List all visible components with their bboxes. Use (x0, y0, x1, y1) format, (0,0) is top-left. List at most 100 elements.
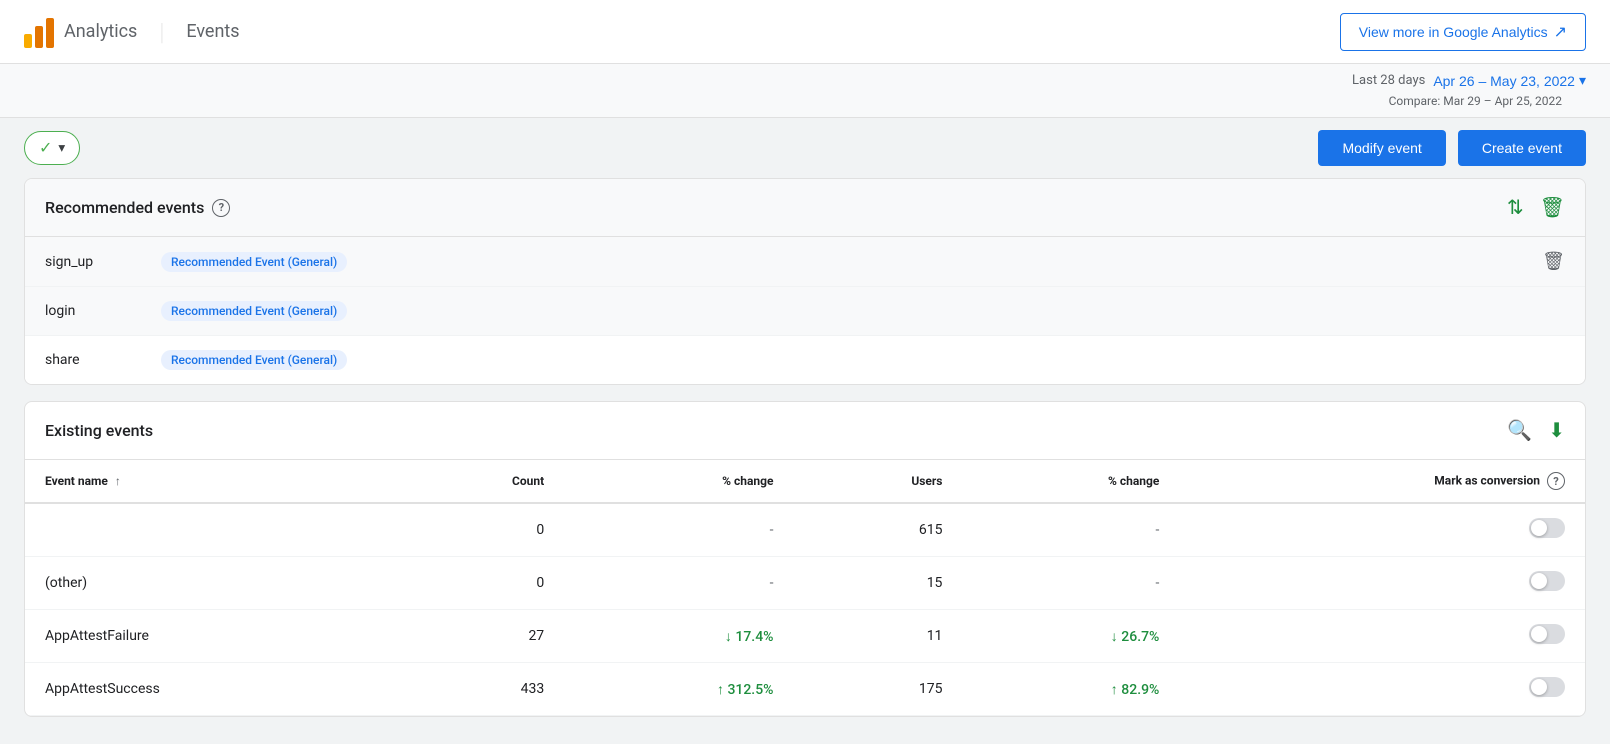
date-range-text: Apr 26 – May 23, 2022 (1433, 73, 1575, 89)
arrow-up-icon: ↑ (717, 682, 727, 698)
existing-section-title: Existing events (45, 421, 153, 440)
events-table: Event name ↑ Count % change Users % chan… (25, 460, 1585, 716)
users-change-cell: ↓ 26.7% (962, 610, 1179, 663)
page-subtitle: Events (186, 21, 239, 42)
users-change-cell: ↑ 82.9% (962, 663, 1179, 716)
arrow-down-icon: ↓ (725, 629, 735, 645)
event-row-signup: sign_up Recommended Event (General) 🗑 (25, 237, 1585, 287)
sort-expand-icon: ⇅ (1507, 195, 1524, 220)
event-name-share: share (45, 352, 145, 368)
logo-bar-2 (35, 26, 43, 48)
event-name-cell: AppAttestFailure (25, 610, 393, 663)
date-range-chevron: ▾ (1579, 72, 1586, 89)
date-range-button[interactable]: Apr 26 – May 23, 2022 ▾ (1433, 72, 1586, 89)
analytics-logo (24, 16, 54, 48)
delete-icon: 🗑 (1540, 195, 1565, 220)
count-cell: 0 (393, 503, 564, 557)
events-table-body: 0 - 615 - (other) 0 (25, 503, 1585, 716)
change-value: 17.4% (735, 629, 773, 645)
delete-section-button[interactable]: 🗑 (1540, 195, 1565, 220)
table-header-row: Event name ↑ Count % change Users % chan… (25, 460, 1585, 503)
users-cell: 15 (793, 557, 962, 610)
delete-signup-icon[interactable]: 🗑 (1542, 251, 1565, 272)
mark-conversion-label: Mark as conversion (1434, 474, 1540, 488)
event-tag-login[interactable]: Recommended Event (General) (161, 301, 347, 321)
count-cell: 0 (393, 557, 564, 610)
event-tag-signup[interactable]: Recommended Event (General) (161, 252, 347, 272)
create-event-button[interactable]: Create event (1458, 130, 1586, 166)
count-change-cell: ↓ 17.4% (564, 610, 793, 663)
logo-bar-1 (24, 34, 32, 48)
sort-expand-button[interactable]: ⇅ (1507, 195, 1524, 220)
conversion-help-icon[interactable]: ? (1547, 472, 1565, 490)
users-cell: 615 (793, 503, 962, 557)
count-change-cell: ↑ 312.5% (564, 663, 793, 716)
col-event-name[interactable]: Event name ↑ (25, 460, 393, 503)
users-change-cell: - (962, 503, 1179, 557)
table-row: (other) 0 - 15 - (25, 557, 1585, 610)
event-name-signup: sign_up (45, 254, 145, 270)
modify-event-button[interactable]: Modify event (1318, 130, 1445, 166)
recommended-section-actions: ⇅ 🗑 (1507, 195, 1565, 220)
external-link-icon: ↗ (1554, 22, 1567, 42)
change-value: 312.5% (727, 682, 773, 698)
event-name-cell: (other) (25, 557, 393, 610)
change-neutral: - (1155, 575, 1159, 591)
col-count: Count (393, 460, 564, 503)
toolbar-row: ✓ ▾ Modify event Create event (0, 118, 1610, 178)
sort-icon: ↑ (115, 474, 121, 488)
filter-area: ✓ ▾ (24, 131, 80, 165)
col-event-name-label: Event name (45, 474, 108, 488)
filter-button[interactable]: ✓ ▾ (24, 131, 80, 165)
col-users: Users (793, 460, 962, 503)
count-cell: 433 (393, 663, 564, 716)
download-events-button[interactable]: ⬇ (1548, 418, 1565, 443)
event-name-cell (25, 503, 393, 557)
app-header: Analytics | Events View more in Google A… (0, 0, 1610, 64)
change-neutral: - (770, 522, 774, 538)
change-value: 26.7% (1121, 629, 1159, 645)
logo-area: Analytics | Events (24, 16, 240, 48)
event-row-login: login Recommended Event (General) (25, 287, 1585, 336)
filter-check-icon: ✓ (39, 138, 52, 158)
logo-bar-3 (46, 18, 54, 48)
chevron-down-icon: ▾ (58, 140, 65, 156)
search-icon: 🔍 (1507, 418, 1532, 443)
existing-events-section: Existing events 🔍 ⬇ Event name ↑ Count (24, 401, 1586, 717)
recommended-title-text: Recommended events (45, 198, 204, 217)
recommended-section-title: Recommended events ? (45, 198, 230, 217)
table-row: 0 - 615 - (25, 503, 1585, 557)
conversion-toggle[interactable] (1529, 571, 1565, 591)
view-more-label: View more in Google Analytics (1359, 24, 1548, 40)
view-more-button[interactable]: View more in Google Analytics ↗ (1340, 13, 1586, 51)
app-title: Analytics (64, 21, 137, 42)
recommended-section-header: Recommended events ? ⇅ 🗑 (25, 179, 1585, 237)
count-cell: 27 (393, 610, 564, 663)
header-separator: | (159, 18, 164, 46)
event-tag-share[interactable]: Recommended Event (General) (161, 350, 347, 370)
event-name-cell: AppAttestSuccess (25, 663, 393, 716)
search-events-button[interactable]: 🔍 (1507, 418, 1532, 443)
events-table-header: Event name ↑ Count % change Users % chan… (25, 460, 1585, 503)
conversion-toggle[interactable] (1529, 518, 1565, 538)
table-row: AppAttestFailure 27 ↓ 17.4% 11 ↓ 26.7% (25, 610, 1585, 663)
conversion-toggle[interactable] (1529, 624, 1565, 644)
table-row: AppAttestSuccess 433 ↑ 312.5% 175 ↑ 82.9… (25, 663, 1585, 716)
conversion-toggle-cell (1179, 557, 1585, 610)
change-neutral: - (770, 575, 774, 591)
change-neutral: - (1155, 522, 1159, 538)
last-days-label: Last 28 days (1352, 73, 1425, 88)
download-icon: ⬇ (1548, 418, 1565, 443)
existing-section-actions: 🔍 ⬇ (1507, 418, 1565, 443)
users-change-cell: - (962, 557, 1179, 610)
conversion-toggle-cell (1179, 503, 1585, 557)
event-row-share: share Recommended Event (General) (25, 336, 1585, 384)
conversion-toggle-cell (1179, 610, 1585, 663)
main-content: Recommended events ? ⇅ 🗑 sign_up Recomme… (0, 178, 1610, 717)
event-name-login: login (45, 303, 145, 319)
compare-label: Compare: Mar 29 – Apr 25, 2022 (1389, 94, 1562, 108)
recommended-help-icon[interactable]: ? (212, 199, 230, 217)
action-buttons: Modify event Create event (1318, 130, 1586, 166)
conversion-toggle[interactable] (1529, 677, 1565, 697)
col-mark-conversion: Mark as conversion ? (1179, 460, 1585, 503)
